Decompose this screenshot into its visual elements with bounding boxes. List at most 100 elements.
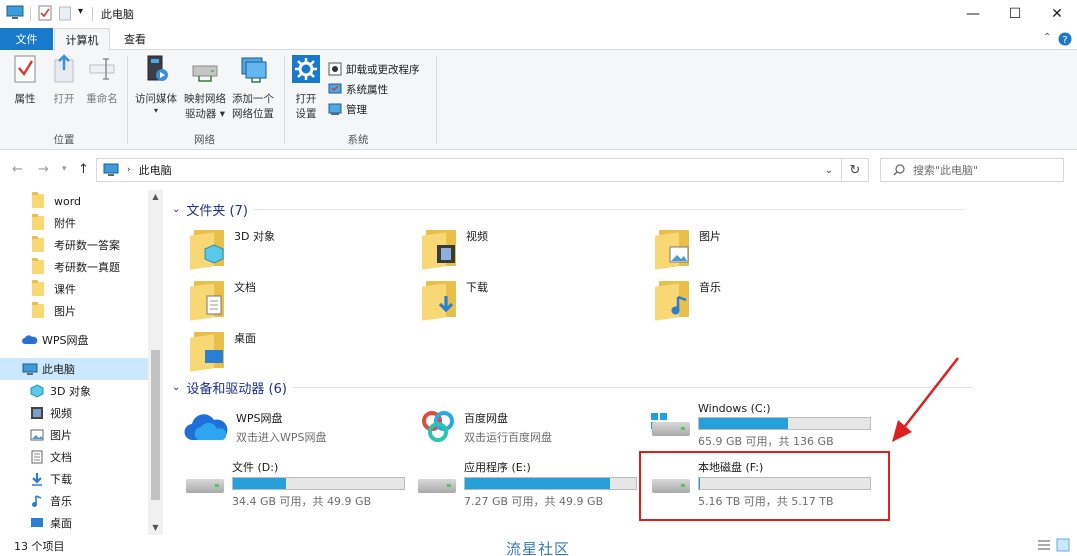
windows-drive-icon <box>650 402 690 442</box>
maximize-button[interactable]: ☐ <box>992 0 1038 28</box>
sidebar-item-videos[interactable]: 视频 <box>0 402 148 424</box>
sidebar-item-desktop[interactable]: 桌面 <box>0 512 148 534</box>
open-button[interactable]: 打开 <box>48 54 80 107</box>
sidebar-item-pictures-lib[interactable]: 图片 <box>0 424 148 446</box>
sidebar-item-label: 图片 <box>54 305 76 318</box>
divider <box>253 209 964 210</box>
folder-pictures[interactable]: 图片 <box>655 228 721 270</box>
refresh-icon: ↻ <box>849 162 861 178</box>
sidebar-item-downloads[interactable]: 下载 <box>0 468 148 490</box>
up-arrow-icon[interactable]: ↑ <box>78 162 89 177</box>
chevron-down-icon: ⌄ <box>172 204 181 215</box>
forward-arrow-icon[interactable]: → <box>38 162 49 177</box>
drive-c[interactable]: Windows (C:) 65.9 GB 可用，共 136 GB <box>650 402 871 449</box>
drive-space-text: 65.9 GB 可用，共 136 GB <box>698 435 834 448</box>
open-settings-button[interactable]: 打开 设置 <box>288 54 324 122</box>
sidebar-item-wps[interactable]: WPS网盘 <box>0 329 148 351</box>
drive-space-text: 7.27 GB 可用，共 49.9 GB <box>464 495 604 508</box>
desktop-icon <box>202 344 226 368</box>
quick-access-dropdown-icon[interactable]: ▾ <box>78 6 83 17</box>
access-media-label: 访问媒体 <box>135 93 177 105</box>
window-title: 此电脑 <box>101 8 134 21</box>
folder-videos[interactable]: 视频 <box>422 228 488 270</box>
folder-label: 音乐 <box>699 281 721 294</box>
rename-button[interactable]: 重命名 <box>84 54 120 107</box>
breadcrumb-separator-icon[interactable]: › <box>127 165 131 175</box>
drive-e[interactable]: 应用程序 (E:) 7.27 GB 可用，共 49.9 GB <box>416 459 637 509</box>
properties-quick-icon[interactable] <box>38 5 52 21</box>
recent-locations-icon[interactable]: ▾ <box>62 164 67 174</box>
computer-icon <box>22 363 38 375</box>
tab-file[interactable]: 文件 <box>0 28 53 50</box>
folders-section-header[interactable]: ⌄ 文件夹 (7) <box>172 200 1062 219</box>
help-icon[interactable]: ? <box>1058 32 1072 46</box>
add-network-location-button[interactable]: 添加一个 网络位置 <box>229 54 277 122</box>
collapse-ribbon-icon[interactable]: ⌃ <box>1043 32 1051 43</box>
properties-button[interactable]: 属性 <box>8 54 42 107</box>
close-button[interactable]: ✕ <box>1034 0 1077 28</box>
sidebar-item-answers[interactable]: 考研数一答案 <box>0 234 148 256</box>
sidebar-item-attachments[interactable]: 附件 <box>0 212 148 234</box>
folder-3d-objects[interactable]: 3D 对象 <box>190 228 275 270</box>
large-icons-view-icon[interactable] <box>1056 538 1070 552</box>
back-arrow-icon[interactable]: ← <box>12 162 23 177</box>
sidebar-item-3d[interactable]: 3D 对象 <box>0 380 148 402</box>
uninstall-programs-button[interactable]: 卸载或更改程序 <box>328 59 420 79</box>
system-group-label: 系统 <box>347 134 369 146</box>
drive-name: Windows (C:) <box>698 402 771 415</box>
folder-documents[interactable]: 文档 <box>190 279 256 321</box>
scroll-thumb[interactable] <box>151 350 160 500</box>
address-dropdown-icon[interactable]: ⌄ <box>825 165 833 176</box>
drive-name: 文件 (D:) <box>232 461 279 474</box>
sidebar-item-this-pc[interactable]: 此电脑 <box>0 358 148 380</box>
system-properties-button[interactable]: 系统属性 <box>328 79 420 99</box>
scroll-up-icon[interactable]: ▲ <box>148 192 163 201</box>
open-icon <box>54 54 74 83</box>
folder-desktop[interactable]: 桌面 <box>190 330 256 372</box>
sidebar-item-music[interactable]: 音乐 <box>0 490 148 512</box>
wps-drive[interactable]: WPS网盘 双击进入WPS网盘 <box>184 408 327 445</box>
search-input[interactable] <box>913 163 1053 177</box>
drive-d[interactable]: 文件 (D:) 34.4 GB 可用，共 49.9 GB <box>184 459 405 509</box>
folder-icon <box>32 192 44 208</box>
details-view-icon[interactable] <box>1037 539 1051 552</box>
open-settings-label-1: 打开 <box>295 93 317 105</box>
tab-computer[interactable]: 计算机 <box>54 28 110 51</box>
navigation-bar: ← → ▾ ↑ › 此电脑 ⌄ ↻ <box>0 150 1077 190</box>
download-icon <box>32 473 42 486</box>
search-icon <box>893 164 905 176</box>
sidebar-item-courseware[interactable]: 课件 <box>0 278 148 300</box>
title-bar: ▾ 此电脑 — ☐ ✕ <box>0 0 1077 28</box>
film-icon <box>434 242 458 266</box>
folder-music[interactable]: 音乐 <box>655 279 721 321</box>
document-icon <box>202 293 226 317</box>
picture-icon <box>30 429 44 441</box>
drive-name: 百度网盘 <box>464 412 508 425</box>
hard-drive-icon <box>416 459 456 499</box>
chevron-down-icon: ▾ <box>153 106 158 115</box>
minimize-button[interactable]: — <box>950 0 996 28</box>
sidebar-item-documents[interactable]: 文档 <box>0 446 148 468</box>
map-network-drive-button[interactable]: 映射网络 驱动器 ▾ <box>182 54 228 122</box>
tab-view[interactable]: 查看 <box>112 28 158 50</box>
sidebar-item-pictures[interactable]: 图片 <box>0 300 148 322</box>
download-icon <box>434 293 458 317</box>
scroll-down-icon[interactable]: ▼ <box>148 523 163 532</box>
address-bar[interactable]: › 此电脑 ⌄ <box>96 158 842 182</box>
search-box[interactable] <box>880 158 1064 182</box>
drive-info: Windows (C:) 65.9 GB 可用，共 136 GB <box>698 402 871 449</box>
new-folder-quick-icon[interactable] <box>59 5 71 21</box>
refresh-button[interactable]: ↻ <box>841 158 869 182</box>
breadcrumb[interactable]: 此电脑 <box>139 162 172 178</box>
properties-label: 属性 <box>14 93 36 105</box>
baidu-drive[interactable]: 百度网盘 双击运行百度网盘 <box>420 408 552 445</box>
access-media-button[interactable]: 访问媒体 ▾ <box>132 54 180 115</box>
sidebar-item-word[interactable]: word <box>0 190 148 212</box>
highlight-box <box>639 451 890 521</box>
folder-icon <box>32 236 44 252</box>
sidebar-item-label: 图片 <box>50 429 72 442</box>
manage-button[interactable]: 管理 <box>328 99 420 119</box>
sidebar-item-exams[interactable]: 考研数一真题 <box>0 256 148 278</box>
folder-downloads[interactable]: 下载 <box>422 279 488 321</box>
sidebar-scrollbar[interactable]: ▲ ▼ <box>148 190 163 535</box>
